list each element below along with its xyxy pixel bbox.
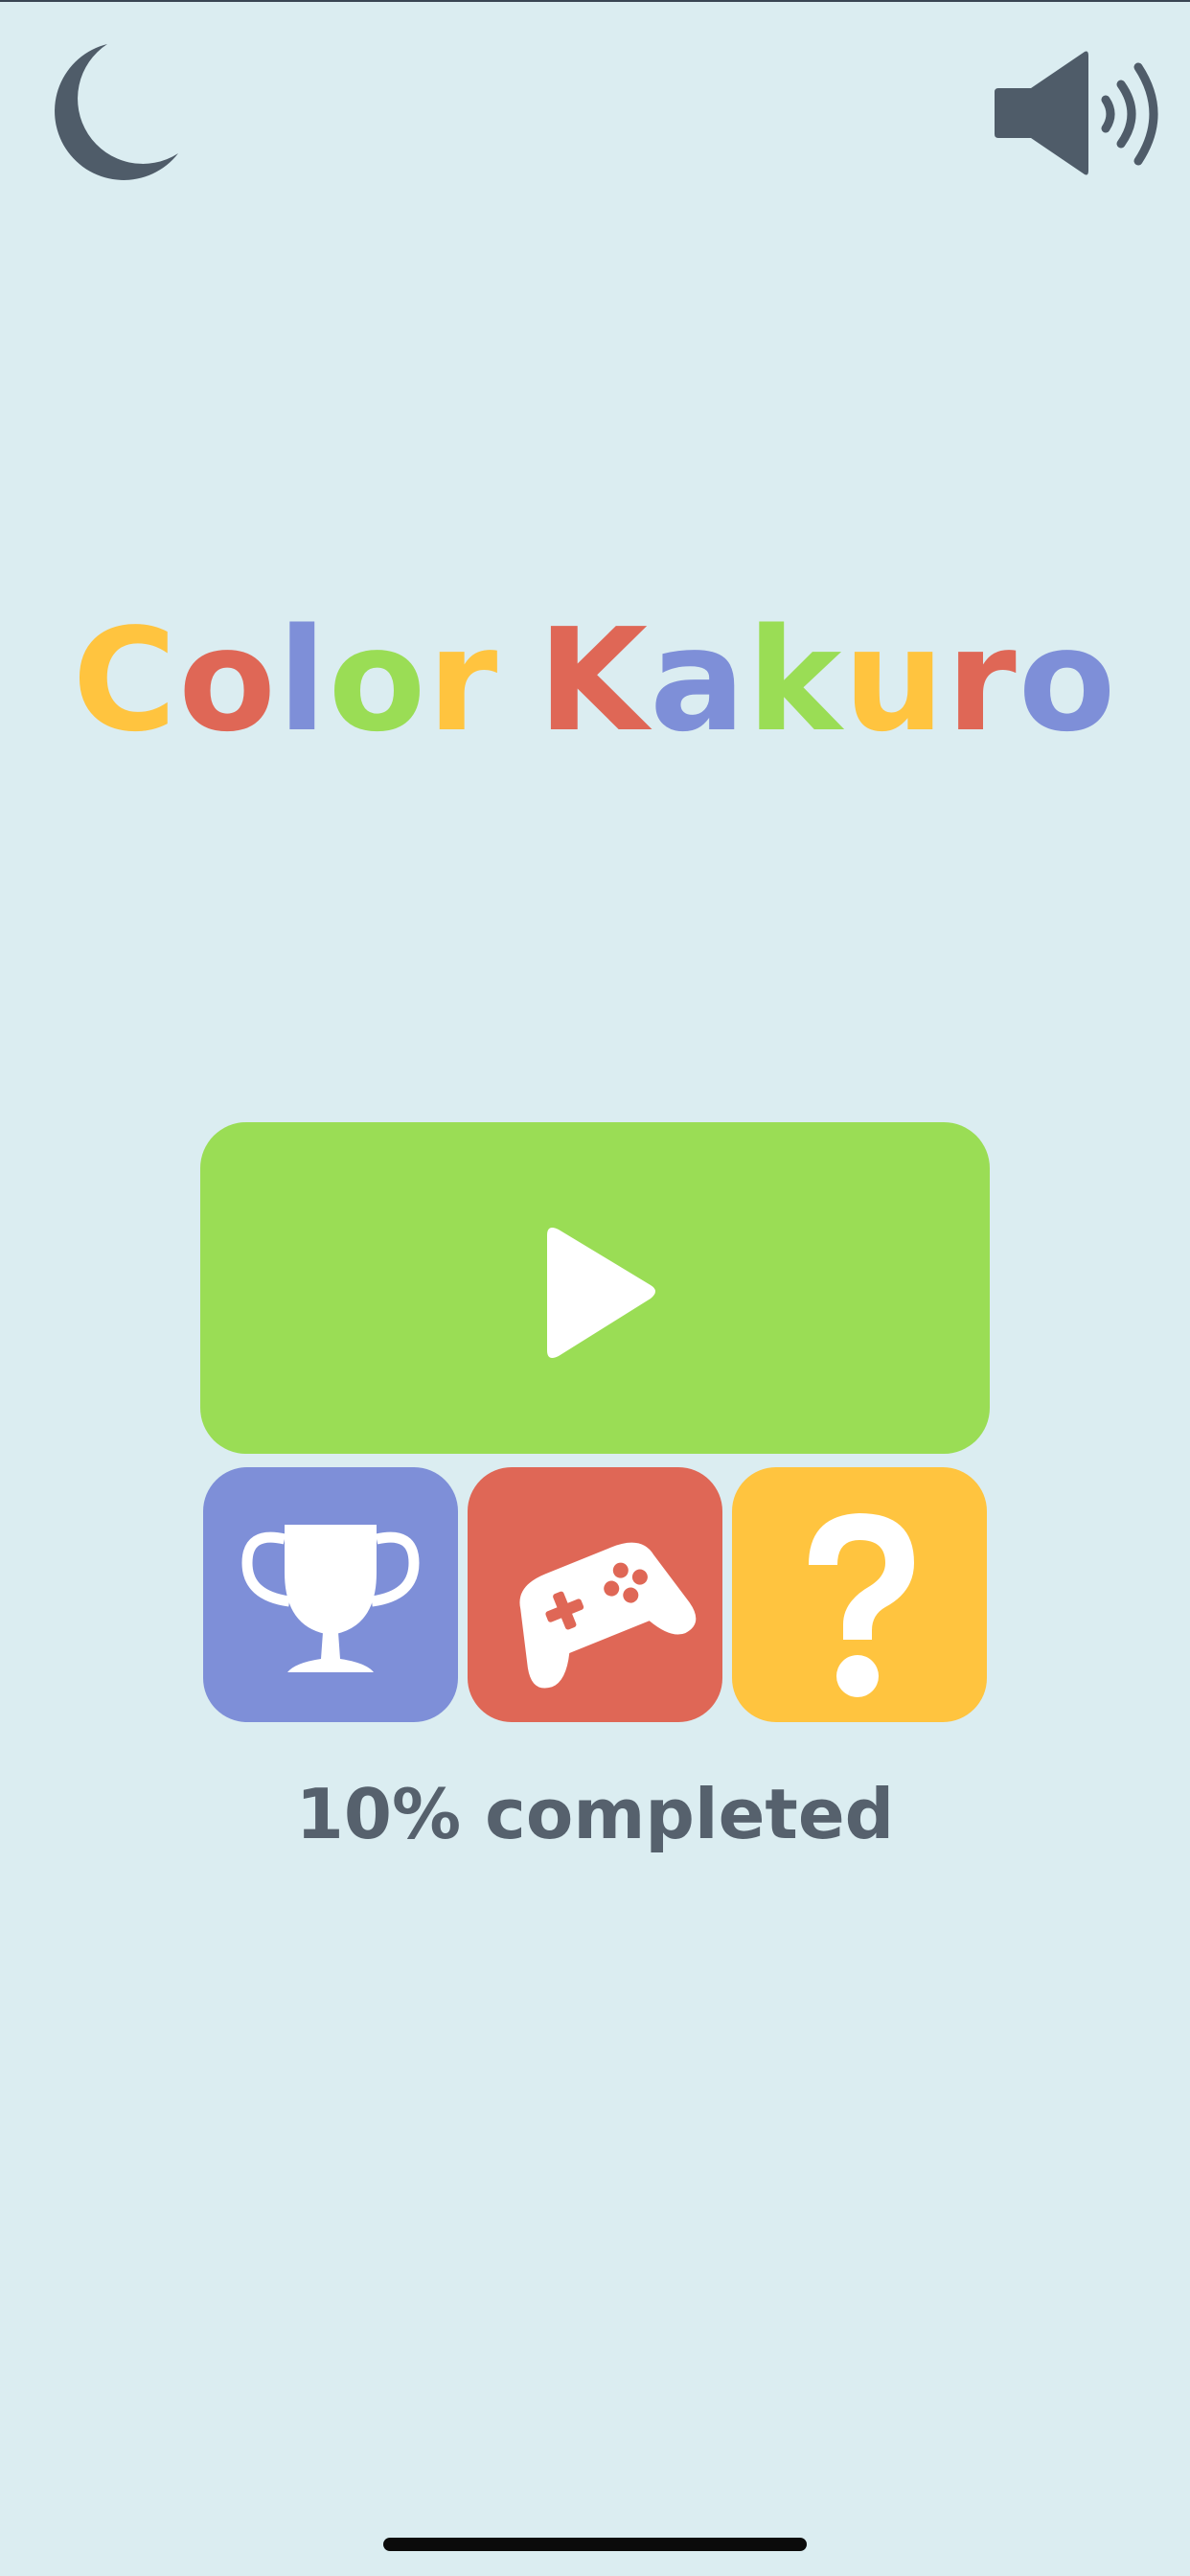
title-letter: u [843, 598, 947, 763]
question-icon [809, 1513, 914, 1697]
games-button[interactable] [468, 1467, 722, 1722]
title-letter: a [650, 598, 747, 763]
title-letter: l [277, 598, 329, 763]
achievements-button[interactable] [203, 1467, 458, 1722]
dark-mode-toggle[interactable] [34, 38, 184, 188]
status-bar-edge [0, 0, 1190, 2]
title-letter: o [178, 598, 278, 763]
title-letter: C [72, 598, 179, 763]
speaker-volume-icon [995, 51, 1158, 175]
app-title: Color Kakuro [0, 594, 1190, 767]
title-letter: r [427, 598, 500, 763]
home-indicator[interactable] [383, 2538, 807, 2551]
title-letter: o [1018, 598, 1118, 763]
title-letter: r [946, 598, 1018, 763]
play-icon [547, 1228, 655, 1358]
sound-toggle[interactable] [993, 42, 1165, 186]
trophy-icon [241, 1525, 420, 1672]
play-button[interactable] [200, 1122, 990, 1454]
title-letter: o [328, 598, 428, 763]
title-letter [499, 594, 538, 767]
gamepad-icon [519, 1542, 697, 1689]
moon-icon [55, 44, 178, 180]
progress-text: 10% completed [295, 1774, 895, 1854]
help-button[interactable] [732, 1467, 987, 1722]
title-letter: K [538, 598, 651, 763]
title-letter: k [746, 598, 844, 763]
